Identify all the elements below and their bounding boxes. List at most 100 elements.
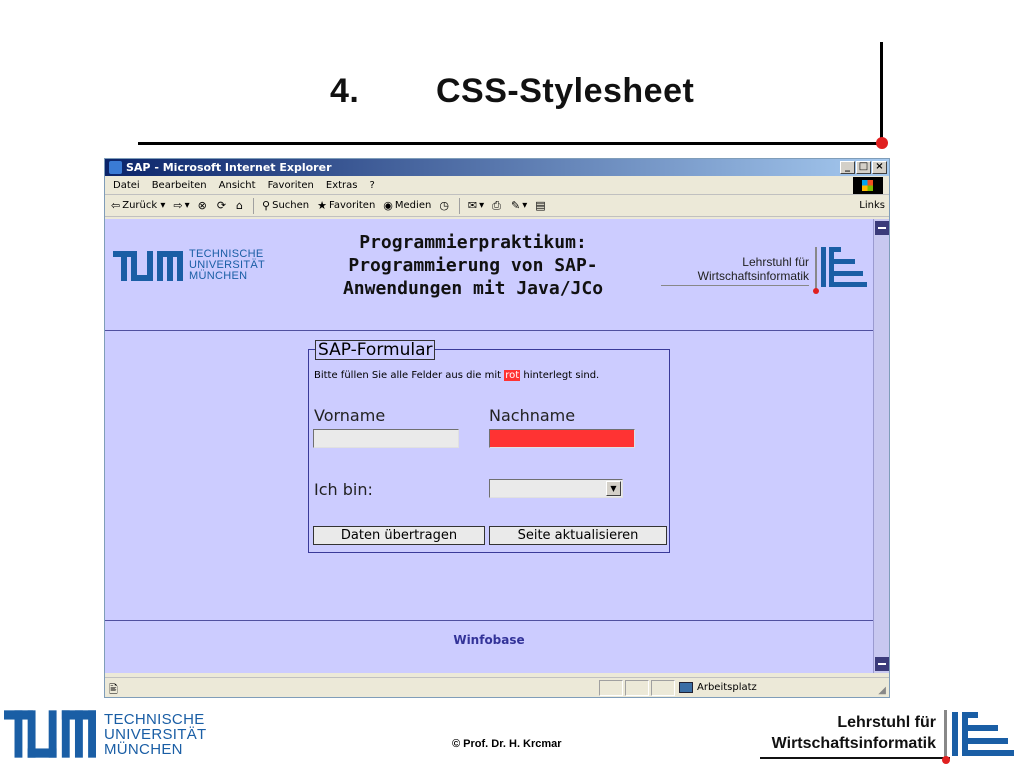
reset-button[interactable]: Seite aktualisieren — [489, 526, 667, 545]
edit-icon: ✎ — [510, 199, 521, 212]
menu-datei[interactable]: Datei — [113, 180, 140, 191]
print-icon: ⎙ — [492, 198, 501, 212]
tum-line: MÜNCHEN — [189, 270, 248, 282]
lehrstuhl-underline-footer — [760, 757, 950, 759]
ichbin-select[interactable]: ▼ — [489, 479, 623, 498]
lehrstuhl-line: Wirtschaftsinformatik — [771, 735, 936, 752]
slide: 4. CSS-Stylesheet SAP - Microsoft Interne… — [0, 0, 1024, 768]
toolbar-separator — [253, 197, 255, 214]
refresh-button[interactable]: ⟳ — [217, 199, 228, 212]
lehrstuhl-logo-footer-icon — [942, 710, 1014, 764]
discuss-icon: ▤ — [535, 199, 546, 212]
vorname-label: Vorname — [314, 406, 386, 425]
status-cell — [625, 680, 649, 696]
browser-title: SAP - Microsoft Internet Explorer — [126, 161, 332, 174]
tum-line: TECHNISCHE — [104, 710, 205, 728]
windows-logo-icon — [853, 177, 883, 194]
heading-line: Programmierung von SAP- — [348, 255, 598, 276]
maximize-button[interactable]: □ — [856, 161, 871, 174]
copyright: © Prof. Dr. H. Krcmar — [452, 738, 562, 750]
ie-icon — [109, 161, 122, 174]
close-button[interactable]: × — [872, 161, 887, 174]
tum-logo-small: TECHNISCHE UNIVERSITÄT MÜNCHEN — [113, 249, 265, 282]
favorites-icon: ★ — [317, 199, 327, 212]
menu-bearbeiten[interactable]: Bearbeiten — [152, 180, 207, 191]
search-icon: ⚲ — [262, 199, 271, 212]
form-hint: Bitte füllen Sie alle Felder aus die mit… — [314, 370, 599, 381]
winfobase-link[interactable]: Winfobase — [105, 633, 873, 647]
history-button[interactable]: ◷ — [439, 199, 451, 212]
home-button[interactable]: ⌂ — [236, 199, 245, 212]
title-underline — [138, 142, 880, 145]
form-legend: SAP-Formular — [315, 340, 436, 360]
slide-title-text: CSS-Stylesheet — [436, 72, 695, 110]
search-button[interactable]: ⚲ Suchen — [262, 199, 309, 212]
tum-text-footer: TECHNISCHE UNIVERSITÄT MÜNCHEN — [104, 712, 206, 757]
lehrstuhl-line: Lehrstuhl für — [742, 255, 809, 269]
hint-highlight: rot — [504, 370, 521, 381]
slide-title: 4. CSS-Stylesheet — [330, 72, 694, 111]
tum-line: MÜNCHEN — [104, 740, 183, 758]
mail-button[interactable]: ✉ ▾ — [468, 199, 484, 212]
browser-window: SAP - Microsoft Internet Explorer _ □ × … — [104, 158, 890, 698]
title-vertical-line — [880, 42, 883, 144]
chevron-down-icon[interactable]: ▼ — [606, 481, 621, 496]
browser-titlebar[interactable]: SAP - Microsoft Internet Explorer _ □ × — [105, 159, 889, 176]
discuss-button[interactable]: ▤ — [535, 199, 547, 212]
scroll-down-button[interactable] — [875, 657, 889, 671]
vorname-input[interactable] — [313, 429, 459, 448]
page-status-icon: 🖹 — [109, 683, 118, 696]
tum-text-small: TECHNISCHE UNIVERSITÄT MÜNCHEN — [189, 249, 265, 282]
tum-logo-footer-icon — [4, 710, 96, 758]
mail-icon: ✉ — [467, 199, 478, 212]
tum-line: UNIVERSITÄT — [104, 725, 207, 743]
favorites-label: Favoriten — [328, 200, 376, 211]
history-icon: ◷ — [439, 199, 449, 212]
forward-button[interactable]: ⇨ ▾ — [173, 199, 189, 212]
back-button[interactable]: ⇦ Zurück ▾ — [111, 199, 165, 212]
page-footer-divider — [105, 620, 873, 621]
lehrstuhl-line: Lehrstuhl für — [837, 714, 936, 731]
lehrstuhl-logo-icon — [813, 247, 867, 294]
status-zone: Arbeitsplatz — [679, 682, 757, 693]
browser-toolbar: ⇦ Zurück ▾ ⇨ ▾ ⊗ ⟳ ⌂ ⚲ Suchen ★ Favoriten ◉ M… — [105, 195, 889, 217]
lehrstuhl-underline — [661, 285, 809, 286]
menu-extras[interactable]: Extras — [326, 180, 358, 191]
resize-grip-icon[interactable]: ◢ — [878, 685, 886, 696]
menu-help[interactable]: ? — [370, 180, 375, 191]
heading-line: Anwendungen mit Java/JCo — [342, 278, 604, 299]
computer-icon — [679, 682, 693, 693]
submit-button[interactable]: Daten übertragen — [313, 526, 485, 545]
nachname-label: Nachname — [489, 406, 576, 425]
status-zone-label: Arbeitsplatz — [697, 682, 757, 693]
hint-text-end: hinterlegt sind. — [520, 370, 600, 381]
nachname-input[interactable] — [489, 429, 635, 448]
vertical-scrollbar[interactable] — [873, 219, 889, 673]
browser-statusbar: 🖹 Arbeitsplatz ◢ — [105, 677, 889, 697]
scroll-up-button[interactable] — [875, 221, 889, 235]
edit-button[interactable]: ✎ ▾ — [511, 199, 527, 212]
refresh-icon: ⟳ — [216, 199, 227, 212]
media-label: Medien — [394, 200, 432, 211]
menu-ansicht[interactable]: Ansicht — [219, 180, 256, 191]
menu-favoriten[interactable]: Favoriten — [268, 180, 314, 191]
lehrstuhl-text: Lehrstuhl für Wirtschaftsinformatik — [698, 255, 809, 283]
minimize-button[interactable]: _ — [840, 161, 855, 174]
back-arrow-icon: ⇦ — [111, 199, 121, 212]
links-button[interactable]: Links — [859, 200, 885, 211]
tum-logo-icon — [113, 250, 183, 281]
lehrstuhl-logo-small: Lehrstuhl für Wirtschaftsinformatik — [661, 241, 871, 301]
stop-button[interactable]: ⊗ — [198, 199, 209, 212]
page-header: TECHNISCHE UNIVERSITÄT MÜNCHEN Programmi… — [105, 219, 873, 331]
hint-text: Bitte füllen Sie alle Felder aus die mit — [314, 370, 505, 381]
lehrstuhl-text-footer: Lehrstuhl für Wirtschaftsinformatik — [772, 712, 936, 754]
slide-title-number: 4. — [330, 72, 360, 110]
browser-menubar: Datei Bearbeiten Ansicht Favoriten Extra… — [105, 176, 889, 195]
back-label: Zurück — [122, 200, 158, 211]
toolbar-separator — [458, 197, 460, 214]
media-button[interactable]: ◉ Medien — [383, 199, 431, 212]
favorites-button[interactable]: ★ Favoriten — [317, 199, 375, 212]
status-cell — [651, 680, 675, 696]
media-icon: ◉ — [383, 199, 393, 212]
print-button[interactable]: ⎙ — [492, 199, 503, 213]
